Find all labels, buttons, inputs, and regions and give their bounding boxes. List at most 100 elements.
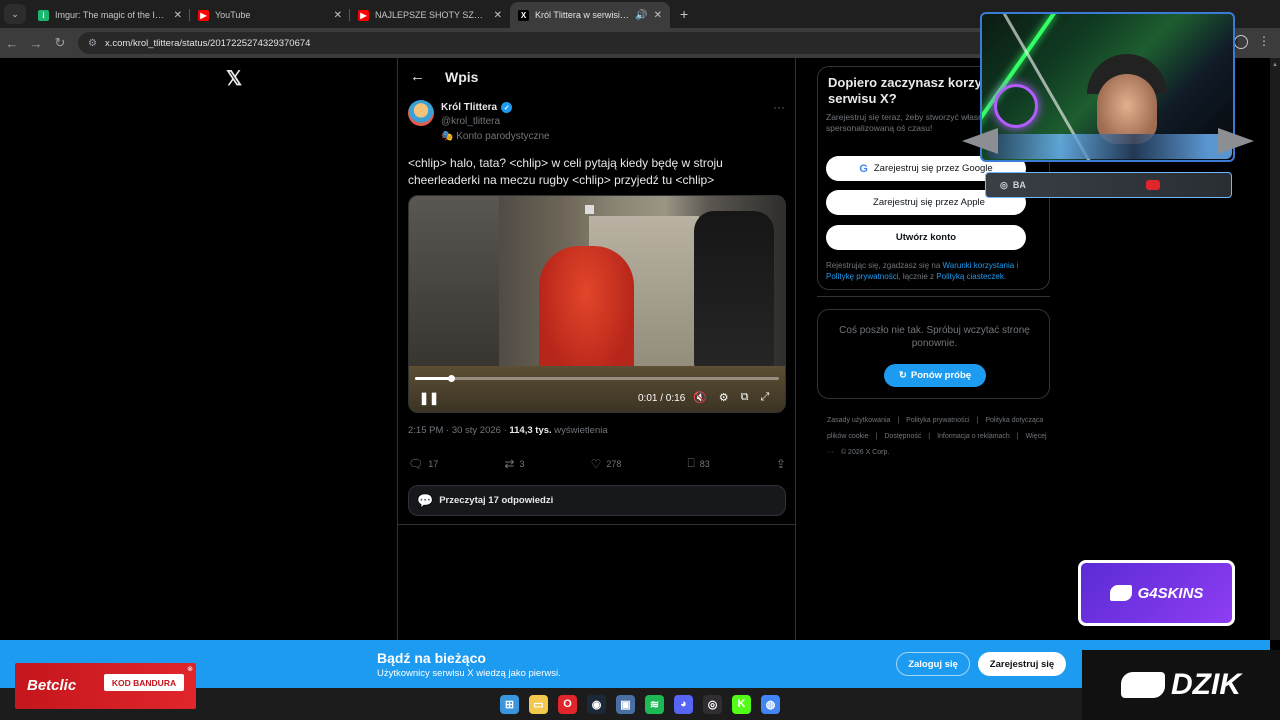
steam-icon[interactable]: ◉: [587, 694, 606, 714]
column-header: ← Wpis: [410, 68, 478, 85]
share-icon: ⇪: [775, 456, 786, 471]
read-replies-button[interactable]: 💬 Przeczytaj 17 odpowiedzi: [408, 485, 786, 516]
footer-link[interactable]: Polityka prywatności: [906, 417, 969, 424]
kick-icon[interactable]: K: [732, 694, 751, 714]
promo-code: KOD BANDURA: [104, 674, 184, 691]
footer-link[interactable]: Informacja o reklamach: [937, 433, 1010, 440]
author-handle[interactable]: @krol_tlittera: [441, 116, 500, 127]
footer-link[interactable]: Zasady użytkowania: [827, 417, 890, 424]
repost-icon: ⇄: [504, 456, 515, 471]
settings-gear-icon[interactable]: ⚙: [719, 391, 729, 404]
boar-icon: [1121, 672, 1165, 698]
file-explorer-icon[interactable]: ▭: [529, 694, 548, 714]
back-icon[interactable]: ←: [0, 36, 24, 51]
scrollbar[interactable]: [1270, 58, 1280, 640]
bull-icon: [1109, 585, 1132, 601]
footer-links: Zasady użytkowania | Polityka prywatnośc…: [827, 417, 1047, 456]
bottom-bar-title: Bądź na bieżąco: [377, 650, 486, 666]
close-icon[interactable]: ✕: [334, 10, 342, 21]
close-icon[interactable]: ✕: [174, 10, 182, 21]
streamer-logo-icon: [994, 84, 1038, 128]
share-button[interactable]: ⇪: [776, 456, 786, 471]
parody-label: 🎭 Konto parodystyczne: [441, 131, 550, 142]
google-icon: G: [859, 162, 868, 175]
bookmark-count: 83: [699, 458, 710, 469]
error-card: Coś poszło nie tak. Spróbuj wczytać stro…: [817, 309, 1050, 399]
speech-bubble-icon: 💬: [417, 492, 434, 508]
privacy-link[interactable]: Politykę prywatności: [826, 272, 898, 281]
author-name[interactable]: Król Tlittera ✓: [441, 102, 513, 113]
video-time: 0:01 / 0:16: [638, 393, 686, 404]
chrome-icon[interactable]: ◍: [761, 694, 780, 714]
tab-krol-tlittera[interactable]: X Król Tlittera w serwisie X: „K 🔊 ✕: [510, 2, 670, 28]
login-button[interactable]: Zaloguj się: [896, 652, 970, 676]
pause-icon[interactable]: ❚❚: [419, 391, 439, 405]
fullscreen-icon[interactable]: ⤢: [760, 391, 769, 404]
back-arrow-icon[interactable]: ←: [410, 68, 425, 85]
url-text: x.com/krol_tlittera/status/2017225274329…: [104, 37, 311, 49]
bookmark-button[interactable]: ⎕ 83: [688, 456, 710, 471]
video-progress-bar[interactable]: [415, 375, 779, 382]
repost-button[interactable]: ⇄ 3: [504, 456, 524, 471]
heart-icon: ♡: [590, 456, 602, 471]
g4skins-badge: G4SKINS: [1078, 560, 1235, 626]
dzik-logo: DZIK: [1082, 650, 1280, 720]
tab-youtube[interactable]: ▶ YouTube ✕: [190, 2, 350, 28]
discord-icon[interactable]: ◕: [674, 694, 693, 714]
timestamp[interactable]: 2:15 PM · 30 sty 2026 ·: [408, 425, 509, 436]
register-button[interactable]: Zarejestruj się: [978, 652, 1066, 676]
cookie-link[interactable]: Polityką ciasteczek: [936, 272, 1004, 281]
menu-icon[interactable]: ⋮: [1258, 34, 1270, 48]
footer-link[interactable]: Dostępność: [884, 433, 921, 440]
views-count: 114,3 tys.: [509, 425, 552, 436]
close-icon[interactable]: ✕: [494, 10, 502, 21]
like-button[interactable]: ♡ 278: [591, 456, 622, 471]
tab-najlepsze-shoty[interactable]: ▶ NAJLEPSZE SHOTY SZELIEGO W ✕: [350, 2, 510, 28]
speaker-icon[interactable]: 🔊: [635, 10, 647, 21]
profile-icon[interactable]: [1234, 35, 1248, 49]
reply-icon: 🗨: [408, 456, 424, 471]
youtube-icon: [1146, 180, 1160, 190]
tab-search-button[interactable]: ⌄: [4, 4, 26, 24]
forward-icon[interactable]: →: [24, 36, 48, 51]
scroll-up-icon[interactable]: ▲: [1272, 62, 1278, 68]
post-column: ← Wpis Król Tlittera ✓ @krol_tlittera 🎭 …: [397, 58, 796, 640]
video-progress-fill: [415, 377, 452, 380]
author-name-text: Król Tlittera: [441, 102, 498, 113]
reload-icon[interactable]: ↻: [48, 35, 72, 51]
create-account-button[interactable]: Utwórz konto: [826, 225, 1026, 250]
betclic-ad: Betclic KOD BANDURA ⊗: [15, 663, 196, 709]
page-title: Wpis: [445, 68, 479, 85]
new-tab-button[interactable]: +: [680, 6, 688, 22]
action-bar: 🗨 17 ⇄ 3 ♡ 278 ⎕ 83 ⇪: [408, 456, 786, 471]
close-icon: ⊗: [187, 666, 193, 673]
obs-icon[interactable]: ◎: [703, 694, 722, 714]
picture-in-picture-icon[interactable]: ⧉: [741, 391, 749, 404]
betclic-logo: Betclic: [27, 677, 77, 694]
tab-title: NAJLEPSZE SHOTY SZELIEGO W: [375, 10, 488, 20]
x-logo-icon[interactable]: 𝕏: [226, 66, 242, 91]
opera-icon[interactable]: O: [558, 694, 577, 714]
more-options-icon[interactable]: ···: [773, 100, 785, 114]
like-count: 278: [606, 458, 622, 469]
retry-button[interactable]: ↻ Ponów próbę: [884, 364, 986, 387]
tweet-text: <chlip> halo, tata? <chlip> w celi pytaj…: [408, 156, 723, 187]
reply-button[interactable]: 🗨 17: [408, 456, 438, 471]
video-player[interactable]: ❚❚ 0:01 / 0:16 🔇 ⚙ ⧉ ⤢: [408, 195, 786, 413]
tab-title: Imgur: The magic of the Interne: [55, 10, 168, 20]
close-icon[interactable]: ✕: [654, 10, 662, 21]
webcam-overlay: [980, 12, 1235, 162]
verified-badge-icon: ✓: [501, 102, 513, 113]
terms-link[interactable]: Warunki korzystania: [943, 261, 1015, 270]
spotify-icon[interactable]: ≋: [645, 694, 664, 714]
repost-count: 3: [519, 458, 525, 469]
avatar[interactable]: [408, 100, 434, 126]
monitor-icon[interactable]: ▣: [616, 694, 635, 714]
windows-icon[interactable]: ⊞: [500, 694, 519, 714]
tab-imgur[interactable]: i Imgur: The magic of the Interne ✕: [30, 2, 190, 28]
mute-icon[interactable]: 🔇: [693, 391, 707, 404]
views-label: wyświetlenia: [551, 425, 608, 436]
site-info-icon[interactable]: ⚙: [88, 38, 97, 49]
reply-count: 17: [428, 458, 439, 469]
read-replies-label: Przeczytaj 17 odpowiedzi: [439, 495, 554, 506]
